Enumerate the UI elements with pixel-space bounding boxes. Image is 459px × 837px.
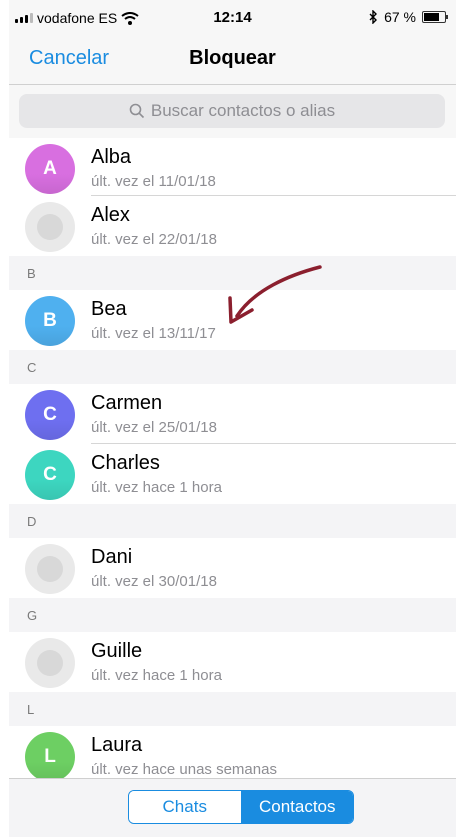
contact-row-carmen[interactable]: C Carmen últ. vez el 25/01/18 [9, 384, 456, 444]
contact-name: Guille [91, 640, 143, 662]
avatar: C [25, 390, 75, 440]
avatar: A [25, 144, 75, 194]
contact-row-dani[interactable]: Dani últ. vez el 30/01/18 [9, 538, 456, 598]
section-header-l: L [9, 692, 456, 726]
tab-chats[interactable]: Chats [129, 791, 242, 823]
last-seen: últ. vez el 30/01/18 [91, 573, 217, 590]
last-seen: últ. vez hace 1 hora [91, 479, 222, 496]
search-bar[interactable]: Buscar contactos o alias [19, 94, 445, 128]
contact-name: Alba [91, 146, 132, 168]
last-seen: últ. vez el 22/01/18 [91, 231, 217, 248]
last-seen: últ. vez el 13/11/17 [91, 325, 216, 342]
contact-name: Alex [91, 204, 130, 226]
status-right: 67 % [369, 9, 448, 25]
contact-name: Bea [91, 298, 127, 320]
section-header-c: C [9, 350, 456, 384]
navigation-bar: Cancelar Bloquear [9, 36, 456, 85]
section-letter: C [27, 360, 37, 375]
contact-name: Charles [91, 452, 160, 474]
contact-name: Carmen [91, 392, 163, 414]
avatar-photo [25, 544, 75, 594]
segmented-control: Chats Contactos [128, 790, 354, 824]
section-letter: D [27, 514, 37, 529]
last-seen: últ. vez hace 1 hora [91, 667, 222, 684]
last-seen: últ. vez hace unas semanas [91, 761, 277, 778]
search-placeholder: Buscar contactos o alias [150, 101, 336, 120]
contact-name: Dani [91, 546, 133, 568]
magnifier-icon [129, 103, 144, 119]
contact-row-charles[interactable]: C Charles últ. vez hace 1 hora [9, 444, 456, 504]
section-letter: L [27, 702, 35, 717]
avatar: C [25, 450, 75, 500]
bottom-bar: Chats Contactos [9, 778, 456, 837]
avatar: B [25, 296, 75, 346]
last-seen: últ. vez el 11/01/18 [91, 173, 216, 190]
section-header-d: D [9, 504, 456, 538]
bluetooth-icon [369, 10, 378, 24]
contact-row-bea[interactable]: B Bea últ. vez el 13/11/17 [9, 290, 456, 350]
battery-percent: 67 % [384, 9, 416, 25]
section-header-b: B [9, 256, 456, 290]
contact-name: Laura [91, 734, 143, 756]
contact-row-alba[interactable]: A Alba últ. vez el 11/01/18 [9, 138, 456, 196]
page-title: Bloquear [189, 47, 276, 69]
contact-row-guille[interactable]: Guille últ. vez hace 1 hora [9, 632, 456, 692]
avatar-photo [25, 638, 75, 688]
avatar: L [25, 732, 75, 782]
contact-row-alex[interactable]: Alex últ. vez el 22/01/18 [9, 196, 456, 256]
contact-list: A Alba últ. vez el 11/01/18 Alex últ. ve… [9, 138, 456, 786]
status-bar: vodafone ES 12:14 67 % [9, 0, 456, 36]
last-seen: últ. vez el 25/01/18 [91, 419, 217, 436]
avatar-photo [25, 202, 75, 252]
section-header-g: G [9, 598, 456, 632]
tab-contactos[interactable]: Contactos [241, 791, 353, 823]
section-letter: B [27, 266, 36, 281]
battery-icon [422, 11, 448, 23]
app-frame: vodafone ES 12:14 67 % Cancelar Bloquear… [9, 0, 456, 837]
contact-row-laura[interactable]: L Laura últ. vez hace unas semanas [9, 726, 456, 786]
section-letter: G [27, 608, 38, 623]
